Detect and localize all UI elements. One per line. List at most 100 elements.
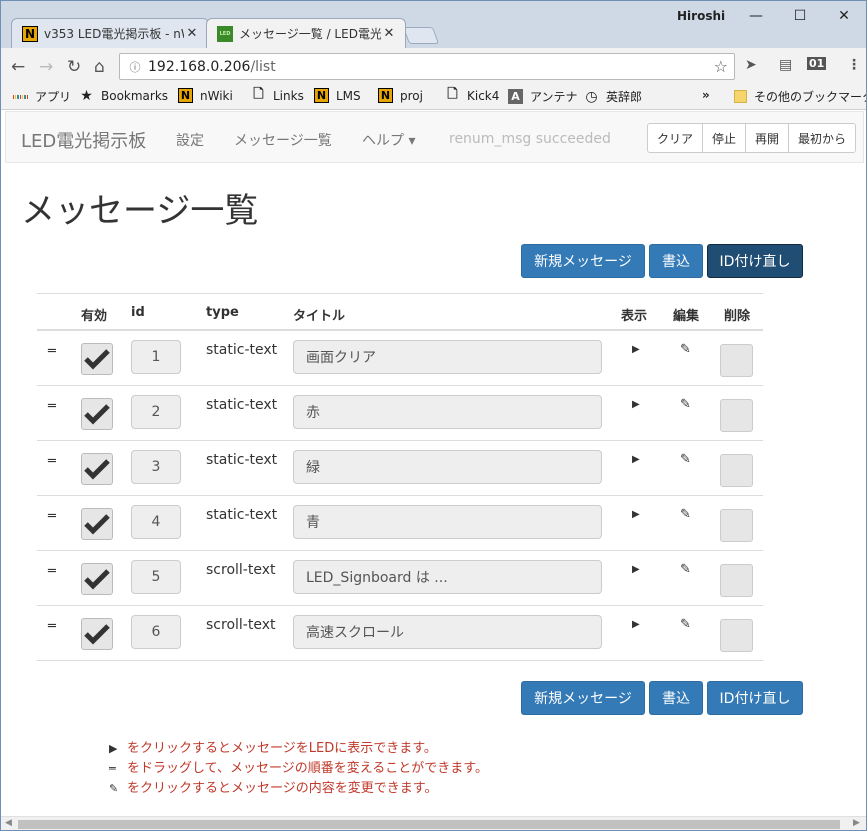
new-message-button-bottom[interactable]: 新規メッセージ bbox=[521, 681, 645, 715]
bookmark-nwiki[interactable]: N nWiki bbox=[178, 88, 233, 103]
delete-checkbox[interactable] bbox=[720, 344, 753, 377]
delete-checkbox[interactable] bbox=[720, 509, 753, 542]
pencil-icon[interactable]: ✎ bbox=[680, 507, 691, 522]
enabled-checkbox[interactable] bbox=[81, 563, 113, 595]
pencil-icon[interactable]: ✎ bbox=[680, 397, 691, 412]
col-title: タイトル bbox=[293, 309, 346, 324]
pencil-icon[interactable]: ✎ bbox=[680, 562, 691, 577]
address-bar[interactable]: ⓘ 192.168.0.206/list ☆ bbox=[119, 53, 735, 80]
bookmark-apps[interactable]: アプリ bbox=[12, 88, 71, 105]
type-text: static-text bbox=[206, 397, 278, 413]
renumber-button-bottom[interactable]: ID付け直し bbox=[707, 681, 803, 715]
restart-button[interactable]: 最初から bbox=[788, 123, 857, 153]
id-field[interactable]: 3 bbox=[131, 450, 181, 484]
drag-handle-icon[interactable]: ═ bbox=[48, 619, 56, 634]
write-button-bottom[interactable]: 書込 bbox=[649, 681, 703, 715]
tab-message-list[interactable]: LED メッセージ一覧 / LED電光掲 ✕ bbox=[206, 18, 406, 48]
drag-handle-icon[interactable]: ═ bbox=[48, 564, 56, 579]
col-enabled: 有効 bbox=[81, 309, 108, 324]
forward-icon[interactable]: → bbox=[39, 57, 53, 77]
title-field[interactable]: 赤 bbox=[293, 395, 602, 429]
stop-button[interactable]: 停止 bbox=[702, 123, 747, 153]
enabled-checkbox[interactable] bbox=[81, 453, 113, 485]
cursor-extension-icon[interactable]: ➤ bbox=[745, 57, 757, 73]
title-field[interactable]: 高速スクロール bbox=[293, 615, 602, 649]
clear-button[interactable]: クリア bbox=[647, 123, 704, 153]
play-icon[interactable]: ▶ bbox=[632, 619, 640, 630]
bookmark-proj[interactable]: N proj bbox=[378, 88, 423, 103]
drag-handle-icon[interactable]: ═ bbox=[48, 344, 56, 359]
maximize-icon[interactable]: ☐ bbox=[778, 1, 822, 31]
chrome-menu-icon[interactable]: ⋮ bbox=[847, 57, 861, 73]
new-message-button-top[interactable]: 新規メッセージ bbox=[521, 244, 645, 278]
drag-handle-icon[interactable]: ═ bbox=[48, 399, 56, 414]
pencil-icon[interactable]: ✎ bbox=[680, 452, 691, 467]
title-field[interactable]: LED_Signboard は ... bbox=[293, 560, 602, 594]
close-tab-icon[interactable]: ✕ bbox=[184, 26, 200, 41]
brand-link[interactable]: LED電光掲示板 bbox=[21, 127, 146, 153]
nav-settings[interactable]: 設定 bbox=[176, 130, 204, 150]
bookmark-antenna[interactable]: A アンテナ bbox=[508, 88, 578, 105]
binary-extension-icon[interactable]: 01 bbox=[807, 57, 827, 70]
nav-message-list[interactable]: メッセージ一覧 bbox=[234, 130, 332, 150]
drag-handle-icon[interactable]: ═ bbox=[48, 454, 56, 469]
bookmark-lms[interactable]: N LMS bbox=[314, 88, 361, 103]
title-field[interactable]: 青 bbox=[293, 505, 602, 539]
play-icon[interactable]: ▶ bbox=[632, 454, 640, 465]
bookmark-links[interactable]: 🗋 Links bbox=[251, 87, 304, 103]
title-field[interactable]: 緑 bbox=[293, 450, 602, 484]
scrollbar-thumb[interactable] bbox=[18, 820, 840, 829]
profile-name[interactable]: Hiroshi bbox=[677, 9, 725, 23]
enabled-checkbox[interactable] bbox=[81, 618, 113, 650]
bookmark-other[interactable]: その他のブックマーク bbox=[734, 88, 866, 105]
close-window-icon[interactable]: ✕ bbox=[822, 1, 866, 31]
id-field[interactable]: 2 bbox=[131, 395, 181, 429]
bookmark-kick4[interactable]: 🗋 Kick4 bbox=[445, 87, 499, 103]
delete-checkbox[interactable] bbox=[720, 619, 753, 652]
id-field[interactable]: 1 bbox=[131, 340, 181, 374]
url-host: 192.168.0.206 bbox=[148, 58, 251, 75]
star-icon: ★ bbox=[80, 87, 93, 104]
minimize-icon[interactable]: — bbox=[734, 1, 778, 31]
table-row: ═ 2 static-text 赤 ▶ ✎ bbox=[37, 386, 763, 441]
pencil-icon[interactable]: ✎ bbox=[680, 617, 691, 632]
delete-checkbox[interactable] bbox=[720, 399, 753, 432]
play-icon[interactable]: ▶ bbox=[632, 564, 640, 575]
write-button-top[interactable]: 書込 bbox=[649, 244, 703, 278]
site-info-icon[interactable]: ⓘ bbox=[124, 56, 146, 78]
title-field[interactable]: 画面クリア bbox=[293, 340, 602, 374]
bookmark-eijiro[interactable]: ◷ 英辞郎 bbox=[584, 88, 642, 105]
id-field[interactable]: 4 bbox=[131, 505, 181, 539]
play-icon[interactable]: ▶ bbox=[632, 399, 640, 410]
drag-handle-icon[interactable]: ═ bbox=[48, 509, 56, 524]
renumber-button-top[interactable]: ID付け直し bbox=[707, 244, 803, 278]
url-path: /list bbox=[250, 58, 276, 75]
home-icon[interactable]: ⌂ bbox=[94, 57, 105, 77]
page-extension-icon[interactable]: ▤ bbox=[779, 57, 792, 73]
enabled-checkbox[interactable] bbox=[81, 343, 113, 375]
bookmarks-overflow-button[interactable]: » bbox=[702, 88, 710, 102]
scroll-left-icon[interactable]: ◀ bbox=[5, 818, 12, 828]
enabled-checkbox[interactable] bbox=[81, 508, 113, 540]
scroll-right-icon[interactable]: ▶ bbox=[853, 818, 860, 828]
new-tab-button[interactable] bbox=[402, 27, 440, 44]
delete-checkbox[interactable] bbox=[720, 454, 753, 487]
nav-help-dropdown[interactable]: ヘルプ ▾ bbox=[362, 130, 415, 150]
play-icon[interactable]: ▶ bbox=[632, 509, 640, 520]
close-tab-icon[interactable]: ✕ bbox=[381, 26, 397, 41]
resume-button[interactable]: 再開 bbox=[745, 123, 790, 153]
play-icon[interactable]: ▶ bbox=[632, 344, 640, 355]
horizontal-scrollbar[interactable]: ◀ ▶ bbox=[1, 816, 866, 830]
status-text: renum_msg succeeded bbox=[449, 131, 611, 147]
tab-nwiki[interactable]: N v353 LED電光掲示板 - nW ✕ bbox=[11, 18, 209, 48]
enabled-checkbox[interactable] bbox=[81, 398, 113, 430]
bookmark-star-icon[interactable]: ☆ bbox=[714, 57, 728, 76]
pencil-icon[interactable]: ✎ bbox=[680, 342, 691, 357]
id-field[interactable]: 6 bbox=[131, 615, 181, 649]
reload-icon[interactable]: ↻ bbox=[67, 57, 81, 77]
back-icon[interactable]: ← bbox=[11, 57, 25, 77]
led-favicon-icon: LED bbox=[217, 25, 233, 42]
id-field[interactable]: 5 bbox=[131, 560, 181, 594]
bookmark-bookmarks[interactable]: ★ Bookmarks bbox=[79, 87, 168, 104]
delete-checkbox[interactable] bbox=[720, 564, 753, 597]
